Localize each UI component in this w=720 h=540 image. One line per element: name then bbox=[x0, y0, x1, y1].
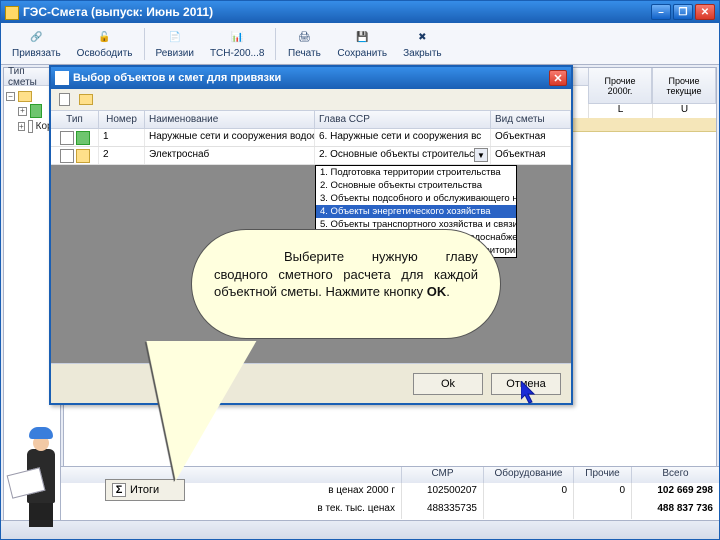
cell-nomer: 1 bbox=[99, 129, 145, 146]
cell-glava-active[interactable]: 2. Основные объекты строительств ▼ bbox=[315, 147, 491, 164]
sum-val: 0 bbox=[483, 483, 573, 501]
cell-type bbox=[51, 147, 99, 164]
sum-col-vsego: Всего bbox=[631, 467, 719, 483]
save-icon: 💾 bbox=[353, 29, 371, 47]
mascot-image bbox=[3, 421, 81, 531]
dropdown-option[interactable]: 2. Основные объекты строительства bbox=[316, 179, 516, 192]
dlg-tool-doc[interactable] bbox=[55, 91, 73, 109]
sigma-icon: Σ bbox=[112, 483, 126, 497]
minimize-button[interactable]: – bbox=[651, 4, 671, 20]
link-icon: 🔗 bbox=[27, 29, 45, 47]
sum-val-total: 488 837 736 bbox=[631, 501, 719, 519]
tool-privyazat[interactable]: 🔗Привязать bbox=[5, 25, 68, 63]
app-icon bbox=[5, 6, 19, 20]
sheet-icon bbox=[76, 131, 90, 145]
right-header-cols: Прочие 2000г. Прочие текущие bbox=[588, 68, 716, 104]
dialog-toolbar bbox=[51, 89, 571, 111]
dcol-naim[interactable]: Наименование bbox=[145, 111, 315, 128]
tool-print[interactable]: 🖨Печать bbox=[280, 25, 328, 63]
dcol-nomer[interactable]: Номер bbox=[99, 111, 145, 128]
doc-icon bbox=[59, 93, 70, 106]
sum-col-oborud: Оборудование bbox=[483, 467, 573, 483]
letter-cell: L bbox=[588, 104, 652, 118]
hardhat-icon bbox=[29, 427, 53, 439]
expander-icon[interactable]: + bbox=[18, 122, 25, 131]
toolbar-separator bbox=[275, 28, 276, 60]
app-title: ГЭС-Смета (выпуск: Июнь 2011) bbox=[5, 5, 651, 19]
cell-naim: Электроснаб bbox=[145, 147, 315, 164]
dropdown-option-selected[interactable]: 4. Объекты энергетического хозяйства bbox=[316, 205, 516, 218]
tool-save[interactable]: 💾Сохранить bbox=[330, 25, 394, 63]
ok-button[interactable]: Ok bbox=[413, 373, 483, 395]
dcol-glava[interactable]: Глава ССР bbox=[315, 111, 491, 128]
dialog-rows: 1 Наружные сети и сооружения водоснаб 6.… bbox=[51, 129, 571, 165]
doc-icon: 📄 bbox=[166, 29, 184, 47]
folder-icon bbox=[18, 91, 32, 102]
dcol-tip[interactable]: Тип bbox=[51, 111, 99, 128]
cell-glava[interactable]: 6. Наружные сети и сооружения вс bbox=[315, 129, 491, 146]
sum-val-total: 102 669 298 bbox=[631, 483, 719, 501]
dialog-close-button[interactable]: ✕ bbox=[549, 70, 567, 86]
dialog-icon bbox=[55, 71, 69, 85]
sum-val: 0 bbox=[573, 483, 631, 501]
window-buttons: – ❐ ✕ bbox=[651, 4, 715, 20]
sum-val bbox=[483, 501, 573, 519]
dropdown-option[interactable]: 3. Объекты подсобного и обслуживающего н… bbox=[316, 192, 516, 205]
dcol-vid[interactable]: Вид сметы bbox=[491, 111, 571, 128]
tool-revizii[interactable]: 📄Ревизии bbox=[149, 25, 201, 63]
maximize-button[interactable]: ❐ bbox=[673, 4, 693, 20]
status-bar bbox=[1, 520, 719, 539]
tool-osvobodit[interactable]: 🔓Освободить bbox=[70, 25, 140, 63]
dlg-tool-folder[interactable] bbox=[77, 91, 95, 109]
dialog-grid-header: Тип Номер Наименование Глава ССР Вид сме… bbox=[51, 111, 571, 129]
main-titlebar: ГЭС-Смета (выпуск: Июнь 2011) – ❐ ✕ bbox=[1, 1, 719, 23]
sum-row-label: в тек. тыс. ценах bbox=[61, 501, 401, 519]
chart-icon: 📊 bbox=[228, 29, 246, 47]
dialog-titlebar[interactable]: Выбор объектов и смет для привязки ✕ bbox=[51, 67, 571, 89]
summary-row: в тек. тыс. ценах 488335735 488 837 736 bbox=[61, 501, 719, 519]
print-icon: 🖨 bbox=[295, 29, 313, 47]
cell-naim: Наружные сети и сооружения водоснаб bbox=[145, 129, 315, 146]
sum-col-smr: СМР bbox=[401, 467, 483, 483]
doc-icon bbox=[60, 149, 74, 163]
itogi-button[interactable]: Σ Итоги bbox=[105, 479, 185, 501]
toolbar-separator bbox=[144, 28, 145, 60]
expander-icon[interactable]: + bbox=[18, 107, 27, 116]
doc-icon bbox=[60, 131, 74, 145]
sum-val: 102500207 bbox=[401, 483, 483, 501]
close-doc-icon: ✖ bbox=[413, 29, 431, 47]
tool-close[interactable]: ✖Закрыть bbox=[396, 25, 449, 63]
star-icon bbox=[76, 149, 90, 163]
unlock-icon: 🔓 bbox=[96, 29, 114, 47]
sum-val bbox=[573, 501, 631, 519]
close-button[interactable]: ✕ bbox=[695, 4, 715, 20]
dropdown-option[interactable]: 1. Подготовка территории строительства bbox=[316, 166, 516, 179]
letter-cell: U bbox=[652, 104, 716, 118]
sum-val: 488335735 bbox=[401, 501, 483, 519]
cell-vid: Объектная bbox=[491, 129, 571, 146]
table-row[interactable]: 1 Наружные сети и сооружения водоснаб 6.… bbox=[51, 129, 571, 147]
folder-icon bbox=[79, 94, 93, 105]
col-prochie-tek[interactable]: Прочие текущие bbox=[652, 68, 716, 104]
dialog-title: Выбор объектов и смет для привязки bbox=[73, 72, 549, 84]
doc-icon bbox=[28, 120, 33, 133]
book-icon bbox=[30, 104, 42, 118]
cell-nomer: 2 bbox=[99, 147, 145, 164]
main-toolbar: 🔗Привязать 🔓Освободить 📄Ревизии 📊ТСН-200… bbox=[1, 23, 719, 65]
table-row[interactable]: 2 Электроснаб 2. Основные объекты строит… bbox=[51, 147, 571, 165]
col-prochie-2000[interactable]: Прочие 2000г. bbox=[588, 68, 652, 104]
expander-icon[interactable]: − bbox=[6, 92, 15, 101]
cell-type bbox=[51, 129, 99, 146]
cancel-button[interactable]: Отмена bbox=[491, 373, 561, 395]
cell-vid: Объектная bbox=[491, 147, 571, 164]
dropdown-toggle-icon[interactable]: ▼ bbox=[474, 148, 488, 162]
tool-tsn[interactable]: 📊ТСН-200...8 bbox=[203, 25, 271, 63]
sum-col-prochie: Прочие bbox=[573, 467, 631, 483]
help-callout: Выберите нужную главу сводного сметного … bbox=[191, 229, 501, 339]
